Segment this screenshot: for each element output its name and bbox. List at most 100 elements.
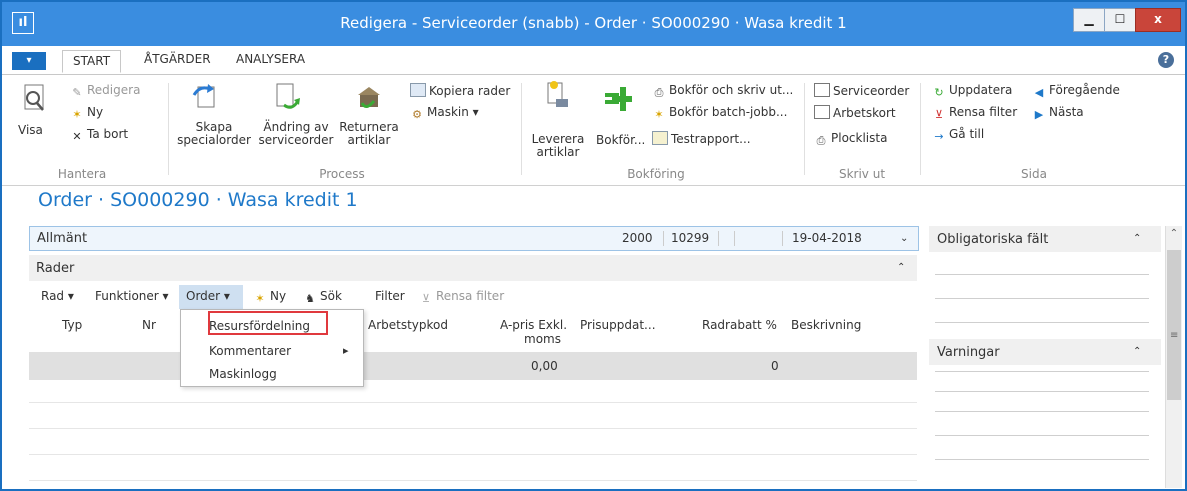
- lines-toolbar: Rad ▾ Funktioner ▾ Order ▾ ✶ Ny ♞ Sök Filt…: [29, 285, 917, 309]
- general-label: Allmänt: [37, 231, 88, 246]
- post-and-print-button[interactable]: ⎙ Bokför och skriv ut...: [652, 83, 794, 99]
- divider: [935, 322, 1149, 323]
- order-menu-button[interactable]: Order ▾: [186, 289, 230, 303]
- deliver-items-label-2: artiklar: [536, 145, 580, 159]
- next-button[interactable]: ▶ Nästa: [1032, 105, 1084, 121]
- table-row[interactable]: [29, 454, 917, 455]
- new-line-label: Ny: [270, 289, 287, 303]
- required-fields-header[interactable]: Obligatoriska fält ⌃: [929, 226, 1161, 252]
- warnings-header[interactable]: Varningar ⌃: [929, 339, 1161, 365]
- pencil-icon: ✎: [72, 86, 82, 99]
- return-items-label-2: artiklar: [347, 133, 391, 147]
- ribbon: Visa ✎ Redigera ✶ Ny ✕ Ta bort Hantera Skap…: [2, 75, 1185, 186]
- chevron-down-icon[interactable]: ⌄: [900, 233, 908, 244]
- table-row[interactable]: 0,00 0: [29, 352, 917, 380]
- cell-line-discount[interactable]: 0: [771, 359, 779, 373]
- column-header-description[interactable]: Beskrivning: [791, 318, 861, 332]
- deliver-items-button[interactable]: Leverera artiklar: [528, 133, 588, 159]
- functions-menu-button[interactable]: Funktioner ▾: [95, 289, 169, 303]
- chevron-up-icon[interactable]: ⌃: [897, 262, 905, 273]
- chevron-up-icon[interactable]: ⌃: [1133, 346, 1141, 357]
- file-menu-button[interactable]: ▾: [12, 52, 46, 70]
- lines-fasttab[interactable]: Rader ⌃: [29, 255, 917, 281]
- clear-filter-lines-button[interactable]: ⊻ Rensa filter: [419, 289, 504, 305]
- search-button[interactable]: ♞ Sök: [303, 289, 342, 305]
- change-service-order-button[interactable]: Ändring av serviceorder: [256, 121, 336, 147]
- group-label-page: Sida: [1021, 167, 1047, 181]
- general-date: 19-04-2018: [792, 231, 862, 245]
- clear-filter-label: Rensa filter: [949, 105, 1018, 119]
- change-order-icon[interactable]: [272, 81, 302, 113]
- highlight-box: [208, 311, 328, 335]
- scrollbar-thumb[interactable]: ≡: [1167, 250, 1181, 400]
- copy-rows-button[interactable]: Kopiera rader: [410, 83, 510, 98]
- maximize-button[interactable]: ☐: [1104, 8, 1136, 32]
- post-batch-label: Bokför batch-jobb...: [669, 105, 788, 119]
- new-line-button[interactable]: ✶ Ny: [253, 289, 286, 305]
- previous-label: Föregående: [1049, 83, 1120, 97]
- clear-filter-button[interactable]: ⊻ Rensa filter: [932, 105, 1017, 121]
- filter-button[interactable]: Filter: [375, 289, 405, 303]
- tab-start[interactable]: START: [62, 50, 122, 73]
- table-row[interactable]: [29, 480, 917, 481]
- page-title: Order · SO000290 · Wasa kredit 1: [38, 189, 358, 211]
- post-button[interactable]: Bokför...: [596, 133, 645, 147]
- return-items-icon[interactable]: [354, 81, 384, 113]
- general-fasttab[interactable]: Allmänt 2000 10299 19-04-2018 ⌄: [29, 226, 919, 251]
- service-order-print-button[interactable]: Serviceorder: [814, 83, 909, 98]
- new-icon: ✶: [255, 292, 265, 305]
- create-special-order-button[interactable]: Skapa specialorder: [176, 121, 252, 147]
- column-header-line-discount[interactable]: Radrabatt %: [702, 318, 777, 332]
- scroll-up-icon[interactable]: ⌃: [1167, 228, 1181, 244]
- tab-actions[interactable]: ÅTGÄRDER: [144, 52, 211, 66]
- close-button[interactable]: x: [1135, 8, 1181, 32]
- goto-label: Gå till: [949, 127, 985, 141]
- create-special-order-icon[interactable]: [190, 81, 220, 113]
- refresh-button[interactable]: ↻ Uppdatera: [932, 83, 1012, 99]
- clear-filter-lines-label: Rensa filter: [436, 289, 505, 303]
- post-batch-button[interactable]: ✶ Bokför batch-jobb...: [652, 105, 787, 121]
- help-icon[interactable]: ?: [1158, 52, 1174, 68]
- post-icon[interactable]: [602, 83, 632, 115]
- column-header-type[interactable]: Typ: [62, 318, 82, 332]
- printer-icon: ⎙: [654, 86, 664, 99]
- divider: [935, 371, 1149, 372]
- group-label-posting: Bokföring: [627, 167, 685, 181]
- return-items-button[interactable]: Returnera artiklar: [338, 121, 400, 147]
- delete-button[interactable]: ✕ Ta bort: [70, 127, 128, 143]
- menu-item-machine-log[interactable]: Maskinlogg: [209, 367, 277, 381]
- work-card-button[interactable]: Arbetskort: [814, 105, 896, 120]
- column-header-price-update[interactable]: Prisuppdat...: [580, 318, 656, 332]
- test-report-button[interactable]: Testrapport...: [652, 131, 751, 146]
- machine-button[interactable]: ⚙ Maskin ▾: [410, 105, 479, 121]
- view-button[interactable]: Visa: [18, 123, 43, 137]
- deliver-items-icon[interactable]: [542, 79, 572, 111]
- separator: [920, 83, 921, 175]
- column-header-work-type[interactable]: Arbetstypkod: [368, 318, 448, 332]
- column-header-no[interactable]: Nr: [142, 318, 156, 332]
- table-row[interactable]: [29, 402, 917, 403]
- minimize-button[interactable]: ▁: [1073, 8, 1105, 32]
- menu-item-comments[interactable]: Kommentarer: [209, 344, 291, 358]
- general-value-1: 2000: [622, 231, 653, 245]
- refresh-icon: ↻: [934, 86, 944, 99]
- tab-analyze[interactable]: ANALYSERA: [236, 52, 305, 66]
- view-icon[interactable]: [20, 83, 50, 115]
- new-button[interactable]: ✶ Ny: [70, 105, 103, 121]
- divider: [935, 459, 1149, 460]
- row-menu-button[interactable]: Rad ▾: [41, 289, 74, 303]
- vertical-scrollbar[interactable]: ⌃ ≡: [1165, 226, 1182, 488]
- goto-button[interactable]: → Gå till: [932, 127, 984, 143]
- copy-rows-icon: [410, 83, 426, 97]
- divider: [935, 298, 1149, 299]
- column-header-unit-price[interactable]: A-pris Exkl.: [500, 318, 567, 332]
- group-label-manage: Hantera: [57, 167, 107, 181]
- cell-unit-price[interactable]: 0,00: [531, 359, 558, 373]
- chevron-up-icon[interactable]: ⌃: [1133, 233, 1141, 244]
- table-row[interactable]: [29, 428, 917, 429]
- delete-label: Ta bort: [87, 127, 129, 141]
- previous-button[interactable]: ◀ Föregående: [1032, 83, 1120, 99]
- divider: [718, 231, 719, 246]
- edit-button[interactable]: ✎ Redigera: [70, 83, 140, 99]
- pick-list-button[interactable]: ⎙ Plocklista: [814, 131, 888, 147]
